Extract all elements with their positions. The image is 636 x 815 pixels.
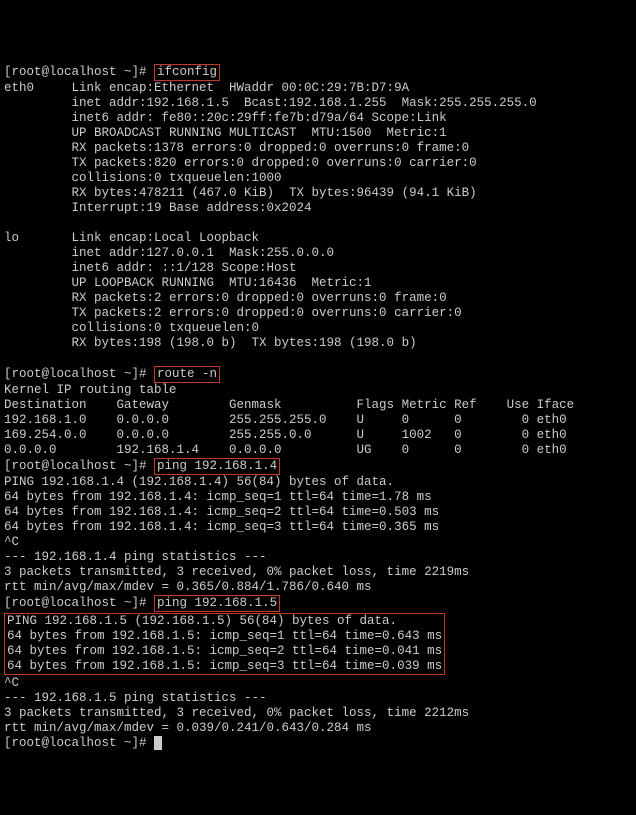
ifconfig-lo: lo Link encap:Local Loopback inet addr:1… — [4, 231, 462, 350]
cmd-route: route -n — [154, 366, 220, 383]
shell-prompt: [root@localhost ~]# — [4, 65, 147, 79]
ifconfig-eth0: eth0 Link encap:Ethernet HWaddr 00:0C:29… — [4, 81, 537, 215]
shell-prompt: [root@localhost ~]# — [4, 367, 147, 381]
terminal-output: [root@localhost ~]# ifconfig eth0 Link e… — [4, 65, 574, 750]
cmd-ping-self: ping 192.168.1.5 — [154, 595, 280, 612]
shell-prompt: [root@localhost ~]# — [4, 596, 147, 610]
ping-gw-output: PING 192.168.1.4 (192.168.1.4) 56(84) by… — [4, 475, 469, 594]
route-output: Kernel IP routing table Destination Gate… — [4, 383, 574, 457]
cmd-ping-gw: ping 192.168.1.4 — [154, 458, 280, 475]
cursor[interactable] — [154, 736, 162, 750]
ping-self-tail: ^C --- 192.168.1.5 ping statistics --- 3… — [4, 676, 469, 735]
shell-prompt[interactable]: [root@localhost ~]# — [4, 736, 147, 750]
ping-self-block: PING 192.168.1.5 (192.168.1.5) 56(84) by… — [4, 613, 445, 675]
shell-prompt: [root@localhost ~]# — [4, 459, 147, 473]
cmd-ifconfig: ifconfig — [154, 64, 220, 81]
